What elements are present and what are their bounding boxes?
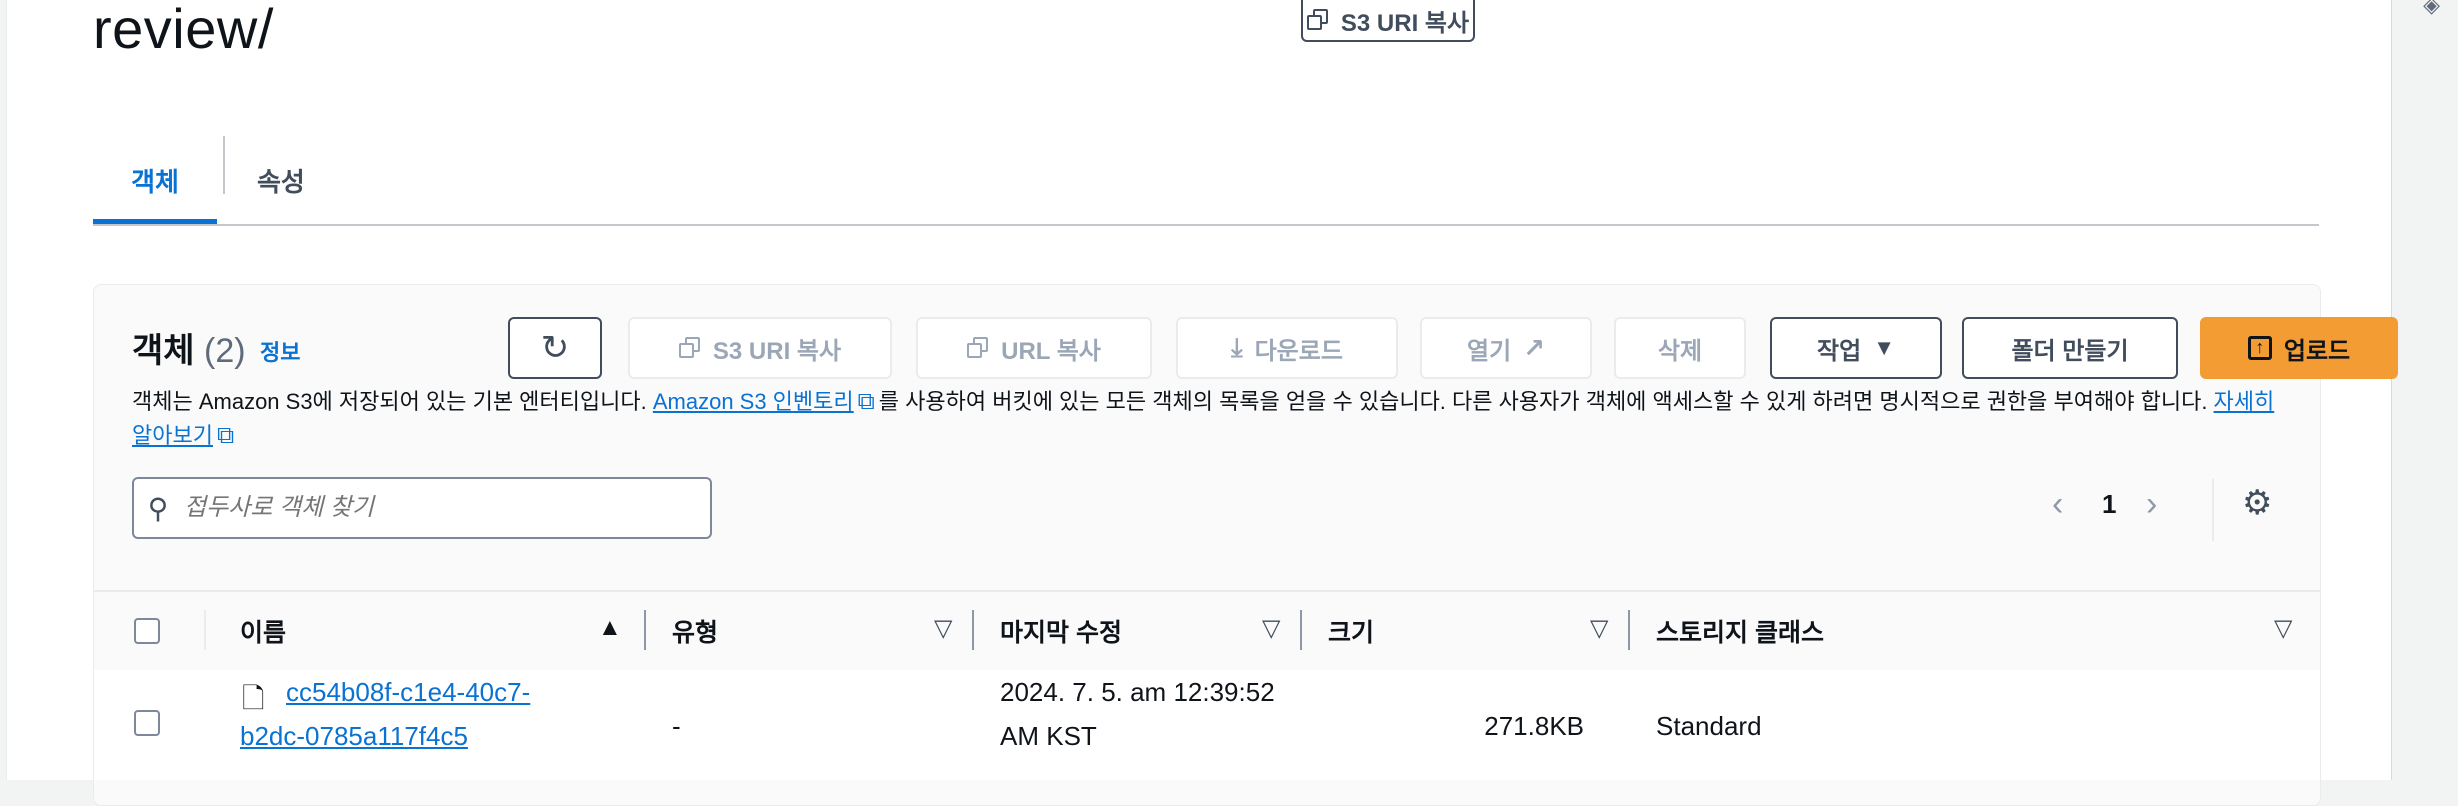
tab-properties-label: 속성 — [257, 166, 305, 197]
search-box: ⚲ — [132, 477, 712, 539]
column-divider[interactable] — [1300, 610, 1302, 650]
copy-icon — [1306, 9, 1329, 31]
next-page-icon[interactable]: › — [2146, 485, 2157, 524]
sort-icon[interactable]: ▽ — [1262, 614, 1280, 643]
upload-button[interactable]: ↑ 업로드 — [2200, 317, 2398, 379]
divider — [2212, 479, 2214, 541]
copy-icon — [678, 337, 701, 359]
sort-icon[interactable]: ▽ — [934, 614, 952, 643]
table-row: 🗋 cc54b08f-c1e4-40c7- b2dc-0785a117f4c5 … — [94, 670, 2320, 780]
sort-ascending-icon[interactable]: ▲ — [598, 614, 622, 642]
download-label: 다운로드 — [1254, 337, 1343, 365]
refresh-icon: ↻ — [540, 329, 570, 367]
object-storage-class: Standard — [1656, 711, 1762, 741]
external-link-icon: ↗ — [1523, 332, 1545, 363]
description-text-1: 객체는 Amazon S3에 저장되어 있는 기본 엔터티입니다. — [132, 389, 653, 414]
search-icon: ⚲ — [147, 492, 169, 524]
copy-s3-uri-button-label: S3 URI 복사 — [712, 337, 842, 365]
open-label: 열기 — [1467, 337, 1512, 365]
tab-objects[interactable]: 객체 — [93, 136, 217, 224]
sort-icon[interactable]: ▽ — [1590, 614, 1608, 643]
object-type: - — [672, 711, 681, 741]
gear-icon[interactable]: ⚙ — [2242, 483, 2272, 523]
page-title: review/ — [93, 0, 274, 60]
copy-s3-uri-label: S3 URI 복사 — [1340, 9, 1470, 37]
copy-s3-uri-button[interactable]: S3 URI 복사 — [628, 317, 892, 379]
objects-heading-label: 객체 — [132, 332, 195, 370]
column-header-name[interactable]: 이름 — [240, 592, 286, 670]
select-all-checkbox[interactable] — [134, 618, 160, 644]
settings-icon[interactable]: ◈ — [2423, 0, 2440, 18]
tab-properties[interactable]: 속성 — [257, 136, 305, 224]
delete-label: 삭제 — [1657, 337, 1703, 365]
table-header: 이름 ▲ 유형 ▽ 마지막 수정 ▽ 크기 ▽ 스토리지 클래스 ▽ — [94, 590, 2320, 672]
search-input[interactable] — [182, 493, 686, 523]
objects-heading: 객체 (2) — [132, 323, 246, 372]
copy-icon — [967, 337, 989, 359]
modified-line2: AM KST — [1000, 721, 1097, 751]
create-folder-label: 폴더 만들기 — [2011, 337, 2129, 365]
column-header-last-modified[interactable]: 마지막 수정 — [1000, 592, 1122, 670]
object-name-link[interactable]: cc54b08f-c1e4-40c7- b2dc-0785a117f4c5 — [240, 670, 530, 758]
upload-icon: ↑ — [2247, 336, 2272, 360]
sort-icon[interactable]: ▽ — [2274, 614, 2292, 643]
objects-count: (2) — [204, 332, 246, 370]
actions-label: 작업 — [1817, 337, 1862, 365]
object-last-modified: 2024. 7. 5. am 12:39:52 AM KST — [1000, 670, 1275, 758]
tab-objects-label: 객체 — [131, 166, 179, 197]
object-name-line1[interactable]: cc54b08f-c1e4-40c7- — [286, 677, 530, 707]
column-header-type[interactable]: 유형 — [672, 592, 718, 670]
copy-url-label: URL 복사 — [1001, 337, 1101, 365]
main-content: review/ S3 URI 복사 객체 속성 객체 (2) 정보 ↻ S3 U… — [6, 0, 2398, 806]
copy-s3-uri-header-button[interactable]: S3 URI 복사 — [1301, 0, 1475, 42]
description-text-2: 를 사용하여 버킷에 있는 모든 객체의 목록을 얻을 수 있습니다. 다른 사… — [878, 389, 2214, 414]
external-link-icon: ⧉ — [216, 422, 235, 449]
modified-line1: 2024. 7. 5. am 12:39:52 — [1000, 677, 1275, 707]
objects-panel: 객체 (2) 정보 ↻ S3 URI 복사 URL 복사 ⤓ 다운로드 열기 ↗… — [93, 284, 2398, 806]
tab-bar: 객체 속성 — [93, 136, 2319, 226]
upload-label: 업로드 — [2283, 337, 2351, 365]
column-divider — [204, 610, 206, 650]
row-checkbox[interactable] — [134, 710, 160, 736]
column-divider[interactable] — [972, 610, 974, 650]
objects-description: 객체는 Amazon S3에 저장되어 있는 기본 엔터티입니다. Amazon… — [132, 385, 2282, 453]
info-link[interactable]: 정보 — [260, 335, 300, 367]
column-header-storage-class[interactable]: 스토리지 클래스 — [1656, 592, 1824, 670]
create-folder-button[interactable]: 폴더 만들기 — [1962, 317, 2178, 379]
refresh-button[interactable]: ↻ — [508, 317, 602, 379]
download-icon: ⤓ — [1231, 332, 1243, 362]
column-divider[interactable] — [644, 610, 646, 650]
inventory-link[interactable]: Amazon S3 인벤토리 — [653, 389, 854, 414]
previous-page-icon[interactable]: ‹ — [2052, 485, 2063, 524]
actions-dropdown[interactable]: 작업 ▼ — [1770, 317, 1942, 379]
open-button[interactable]: 열기 ↗ — [1420, 317, 1592, 379]
copy-url-button[interactable]: URL 복사 — [916, 317, 1152, 379]
column-header-size[interactable]: 크기 — [1328, 592, 1374, 670]
download-button[interactable]: ⤓ 다운로드 — [1176, 317, 1398, 379]
external-link-icon: ⧉ — [857, 388, 875, 415]
column-divider[interactable] — [1628, 610, 1630, 650]
tab-divider — [223, 136, 225, 194]
caret-down-icon: ▼ — [1873, 335, 1895, 360]
object-size: 271.8KB — [1484, 711, 1584, 741]
delete-button[interactable]: 삭제 — [1614, 317, 1746, 379]
current-page-number[interactable]: 1 — [2102, 489, 2116, 520]
object-name-line2[interactable]: b2dc-0785a117f4c5 — [240, 721, 468, 751]
